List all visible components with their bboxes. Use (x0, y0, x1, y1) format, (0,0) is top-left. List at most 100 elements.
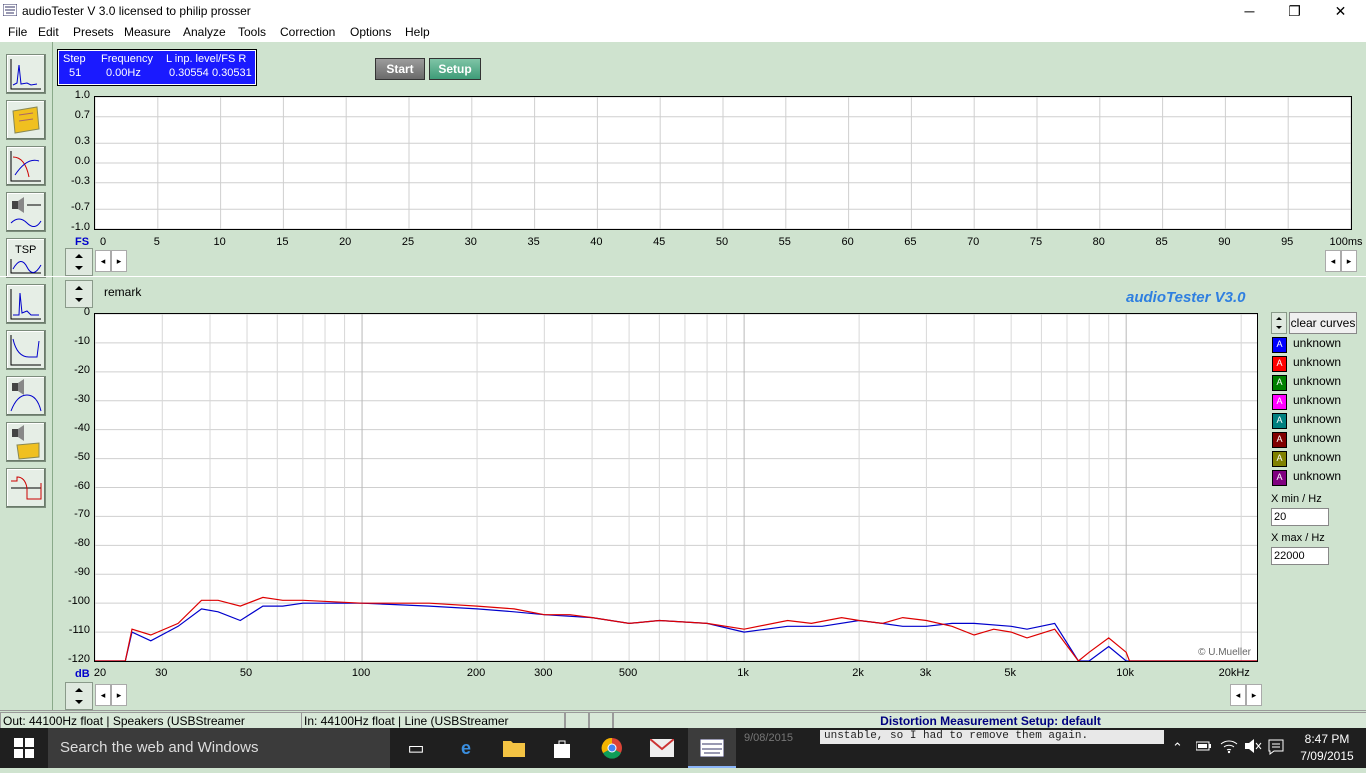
speaker-response-tool-button[interactable] (6, 376, 46, 416)
top-scroll-right-button[interactable]: ▸ (111, 250, 127, 272)
freq-x-tick-label: 3k (919, 667, 932, 679)
x-min-input[interactable] (1271, 508, 1329, 526)
legend-color-swatch[interactable]: A (1272, 375, 1287, 391)
windows-logo-icon (14, 738, 34, 758)
taskbar-search-box[interactable]: Search the web and Windows (48, 728, 390, 768)
bottom-scroll-left-button[interactable]: ◂ (95, 684, 111, 706)
freq-x-tick-label: 1k (737, 667, 749, 679)
bode-tool-button[interactable] (6, 146, 46, 186)
action-center-icon[interactable] (1267, 738, 1285, 759)
x-max-input[interactable] (1271, 547, 1329, 565)
menu-file[interactable]: File (8, 25, 27, 39)
legend-color-swatch[interactable]: A (1272, 413, 1287, 429)
legend-color-swatch[interactable]: A (1272, 356, 1287, 372)
task-view-icon: ▭ (407, 738, 425, 758)
menu-options[interactable]: Options (350, 25, 391, 39)
freq-y-tick-label: -110 (68, 624, 90, 637)
response-tool-button[interactable] (6, 330, 46, 370)
top-y-spinner[interactable] (65, 248, 93, 276)
maximize-button[interactable]: ❐ (1272, 0, 1317, 22)
top-scroll-left-button[interactable]: ◂ (95, 250, 111, 272)
clock-time[interactable]: 8:47 PM (1296, 732, 1358, 746)
top-right-scroll-left-button[interactable]: ◂ (1325, 250, 1341, 272)
clear-curves-button[interactable]: clear curves (1289, 312, 1357, 334)
legend-color-swatch[interactable]: A (1272, 432, 1287, 448)
legend-color-swatch[interactable]: A (1272, 394, 1287, 410)
menu-tools[interactable]: Tools (238, 25, 266, 39)
open-file-tool-button[interactable] (6, 100, 46, 140)
wifi-icon[interactable] (1220, 738, 1238, 757)
store-bag-icon (554, 740, 570, 758)
task-view-button[interactable]: ▭ (392, 728, 440, 768)
mail-button[interactable] (638, 728, 686, 768)
edge-browser-button[interactable]: e (442, 728, 490, 768)
spectrum-tool-button[interactable] (6, 54, 46, 94)
clock-date[interactable]: 7/09/2015 (1296, 749, 1358, 763)
folder-icon (503, 741, 525, 757)
bottom-right-scroll-right-button[interactable]: ▸ (1246, 684, 1262, 706)
legend-item[interactable]: Aunknown (1271, 412, 1361, 429)
start-menu-button[interactable] (0, 728, 48, 768)
fs-unit-label: FS (75, 236, 90, 248)
bottom-right-scroll-left-button[interactable]: ◂ (1230, 684, 1246, 706)
top-y-tick-label: -0.3 (71, 174, 90, 187)
right-level-value: 0.30531 (212, 67, 252, 79)
freq-x-tick-label: 200 (466, 667, 486, 679)
tsp-icon: TSP (10, 244, 42, 274)
legend-item[interactable]: Aunknown (1271, 393, 1361, 410)
start-button[interactable]: Start (375, 58, 425, 80)
legend-item[interactable]: Aunknown (1271, 450, 1361, 467)
freq-y-tick-label: -40 (74, 421, 90, 434)
menu-analyze[interactable]: Analyze (183, 25, 226, 39)
level-header: L inp. level/FS R (166, 53, 247, 65)
show-hidden-icons-button[interactable]: ⌃ (1172, 740, 1183, 756)
minimize-button[interactable]: ─ (1227, 0, 1272, 22)
bottom-y-spinner[interactable] (65, 280, 93, 308)
store-button[interactable] (538, 728, 586, 768)
legend-color-swatch[interactable]: A (1272, 470, 1287, 486)
setup-button[interactable]: Setup (429, 58, 481, 80)
top-x-tick-label: 95 (1281, 236, 1294, 248)
frequency-response-plot: © U.Mueller (94, 313, 1258, 662)
speaker-tool-button[interactable] (6, 192, 46, 232)
top-x-tick-label: 20 (339, 236, 352, 248)
legend-label: unknown (1293, 393, 1342, 407)
freq-x-tick-label: 50 (239, 667, 253, 679)
menu-help[interactable]: Help (405, 25, 430, 39)
tsp-tool-button[interactable]: TSP (6, 238, 46, 278)
audiotester-taskbar-button[interactable] (688, 728, 736, 768)
file-explorer-button[interactable] (490, 728, 538, 768)
top-right-scroll-right-button[interactable]: ▸ (1341, 250, 1357, 272)
legend-spinner[interactable] (1271, 312, 1287, 334)
legend-item[interactable]: Aunknown (1271, 374, 1361, 391)
close-button[interactable]: ✕ (1318, 0, 1363, 22)
top-y-tick-label: -1.0 (71, 221, 90, 233)
freq-x-tick-label: 5k (1004, 667, 1016, 679)
bottom-scroll-right-button[interactable]: ▸ (111, 684, 127, 706)
panel-divider (0, 276, 1366, 277)
bottom-x-spinner[interactable] (65, 682, 93, 710)
legend-item[interactable]: Aunknown (1271, 336, 1361, 353)
impulse-tool-button[interactable] (6, 284, 46, 324)
top-x-tick-label: 85 (1155, 236, 1168, 248)
menu-measure[interactable]: Measure (124, 25, 171, 39)
notification-shape (1268, 739, 1284, 755)
menu-correction[interactable]: Correction (280, 25, 335, 39)
menu-edit[interactable]: Edit (38, 25, 59, 39)
legend-color-swatch[interactable]: A (1272, 451, 1287, 467)
legend-item[interactable]: Aunknown (1271, 431, 1361, 448)
legend-color-swatch[interactable]: A (1272, 337, 1287, 353)
freq-y-tick-label: -120 (67, 653, 90, 665)
edge-icon: e (460, 738, 471, 758)
menu-presets[interactable]: Presets (73, 25, 114, 39)
waveform-tool-button[interactable] (6, 468, 46, 508)
chrome-button[interactable] (588, 728, 636, 768)
speaker-file-tool-button[interactable] (6, 422, 46, 462)
battery-icon[interactable] (1195, 740, 1212, 755)
volume-muted-icon[interactable] (1244, 738, 1262, 757)
legend-item[interactable]: Aunknown (1271, 355, 1361, 372)
measurement-status-panel: Step Frequency L inp. level/FS R 51 0.00… (57, 49, 257, 86)
taskbar: Search the web and Windows ▭ e 9/08/2015… (0, 728, 1366, 768)
legend-item[interactable]: Aunknown (1271, 469, 1361, 486)
background-window-text: unstable, so I had to remove them again. (820, 730, 1164, 744)
